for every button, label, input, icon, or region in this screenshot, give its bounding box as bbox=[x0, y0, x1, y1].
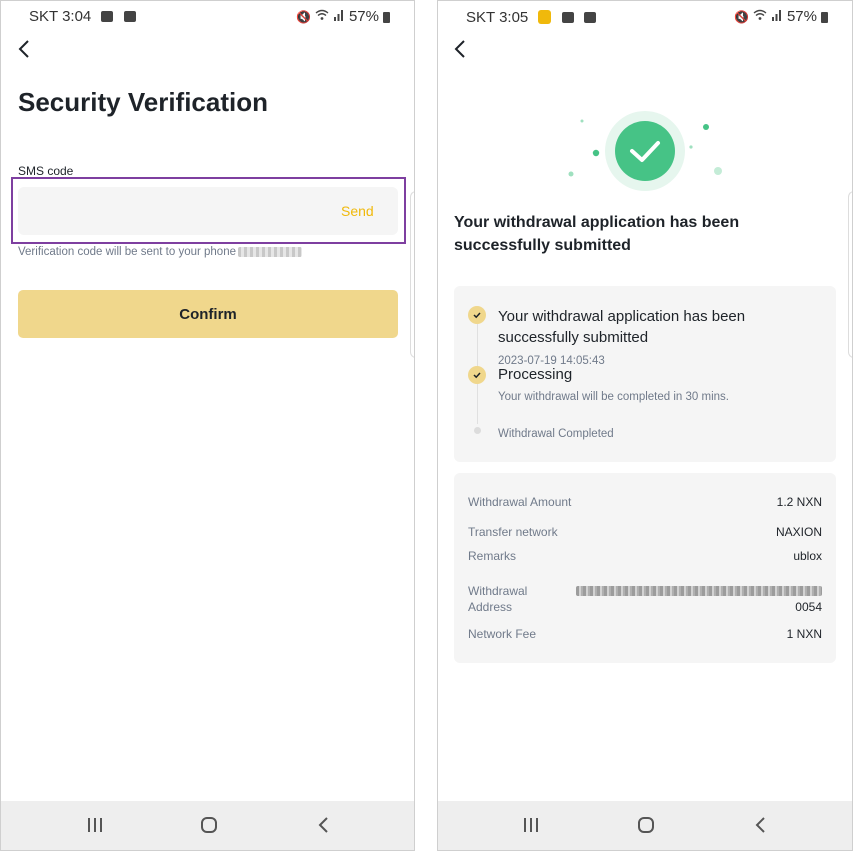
detail-value: 0054 bbox=[795, 600, 822, 614]
timeline-step-title: Your withdrawal application has been suc… bbox=[498, 308, 746, 346]
detail-value: NAXION bbox=[775, 525, 822, 539]
notification-icon bbox=[583, 12, 596, 23]
sms-code-label: SMS code bbox=[18, 164, 74, 178]
home-icon[interactable] bbox=[634, 813, 658, 837]
timeline-step-pending: Withdrawal Completed bbox=[498, 428, 614, 440]
check-icon bbox=[468, 366, 486, 384]
detail-label: Withdrawal Amount bbox=[468, 495, 572, 509]
nav-back-icon[interactable] bbox=[749, 813, 773, 837]
masked-phone-number bbox=[238, 246, 302, 257]
detail-value: 1 NXN bbox=[786, 627, 822, 641]
edge-handle bbox=[410, 191, 414, 358]
wifi-icon bbox=[315, 9, 329, 24]
pending-dot bbox=[474, 427, 481, 434]
hint-text: Verification code will be sent to your p… bbox=[18, 246, 236, 258]
status-icons: 🔇 57% bbox=[734, 8, 828, 25]
detail-label: Network Fee bbox=[468, 627, 537, 641]
status-bar: SKT 3:04 🔇 57% bbox=[1, 1, 414, 31]
message-icon bbox=[561, 12, 574, 23]
withdrawal-details: Withdrawal Amount 1.2 NXN Transfer netwo… bbox=[454, 473, 836, 663]
signal-icon bbox=[771, 9, 783, 24]
status-icons: 🔇 57% bbox=[296, 8, 390, 25]
back-arrow-icon[interactable] bbox=[13, 37, 37, 61]
battery-icon bbox=[383, 12, 390, 23]
system-nav-bar bbox=[1, 801, 414, 850]
app-notification-icon bbox=[538, 10, 552, 24]
system-nav-bar bbox=[438, 801, 852, 850]
send-code-button[interactable]: Send bbox=[341, 203, 374, 219]
battery-percent: 57% bbox=[348, 8, 379, 25]
notification-icon bbox=[101, 11, 114, 22]
carrier-time: SKT 3:04 bbox=[29, 8, 92, 25]
status-bar: SKT 3:05 🔇 57% bbox=[438, 1, 852, 31]
status-time: SKT 3:05 bbox=[466, 8, 596, 26]
detail-label: Address bbox=[468, 600, 513, 614]
nav-back-icon[interactable] bbox=[312, 813, 336, 837]
battery-icon bbox=[821, 12, 828, 23]
mute-icon: 🔇 bbox=[734, 9, 749, 24]
carrier-time: SKT 3:05 bbox=[466, 9, 529, 26]
timeline-step-title: Processing bbox=[498, 366, 573, 383]
security-verification-screen: SKT 3:04 🔇 57% Security Verification SMS… bbox=[0, 0, 415, 851]
masked-address bbox=[576, 586, 822, 596]
page-title: Security Verification bbox=[18, 87, 268, 117]
signal-icon bbox=[333, 9, 345, 24]
verification-hint: Verification code will be sent to your p… bbox=[18, 246, 302, 258]
check-icon bbox=[468, 306, 486, 324]
recents-icon[interactable] bbox=[83, 813, 107, 837]
detail-value: ublox bbox=[793, 549, 822, 563]
mute-icon: 🔇 bbox=[296, 9, 311, 24]
home-icon[interactable] bbox=[197, 813, 221, 837]
edge-handle bbox=[848, 191, 852, 358]
success-check-graphic bbox=[558, 101, 738, 201]
detail-label: Withdrawal bbox=[468, 584, 528, 598]
message-icon bbox=[123, 11, 136, 22]
confirm-button[interactable]: Confirm bbox=[18, 290, 398, 338]
withdrawal-submitted-screen: SKT 3:05 🔇 57% Your withdrawal applicati… bbox=[437, 0, 853, 851]
wifi-icon bbox=[753, 9, 767, 24]
recents-icon[interactable] bbox=[519, 813, 543, 837]
progress-timeline: Your withdrawal application has been suc… bbox=[454, 286, 836, 462]
detail-value: 1.2 NXN bbox=[776, 495, 822, 509]
detail-label: Transfer network bbox=[468, 525, 558, 539]
battery-percent: 57% bbox=[786, 8, 817, 25]
detail-label: Remarks bbox=[468, 549, 517, 563]
status-time: SKT 3:04 bbox=[29, 8, 136, 25]
timeline-step-desc: Your withdrawal will be completed in 30 … bbox=[498, 391, 729, 403]
success-title: Your withdrawal application has been suc… bbox=[454, 214, 740, 254]
back-arrow-icon[interactable] bbox=[449, 37, 473, 61]
